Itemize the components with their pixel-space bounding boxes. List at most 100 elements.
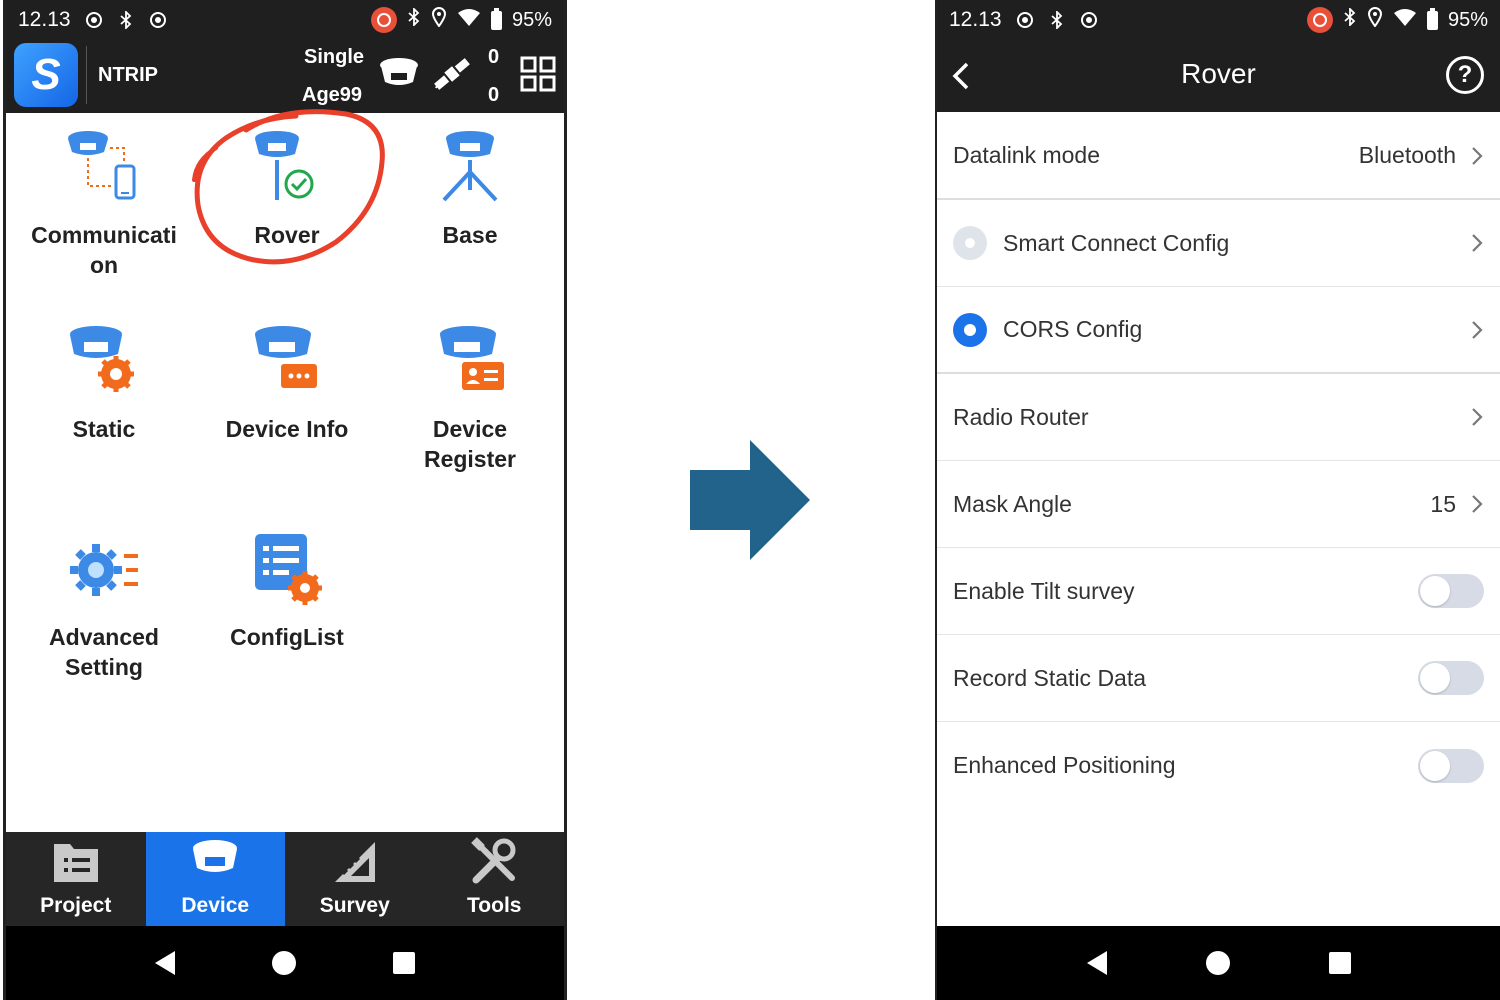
chevron-right-icon <box>1472 408 1483 426</box>
system-back-icon[interactable] <box>154 951 175 975</box>
mask-angle-value: 15 <box>1430 490 1456 517</box>
grid-item-communication[interactable]: Communicati on <box>14 128 194 280</box>
datalink-mode-value: Bluetooth <box>1358 142 1456 168</box>
enhanced-positioning-toggle[interactable] <box>1418 748 1484 783</box>
row-label: Datalink mode <box>953 142 1101 168</box>
nav-device[interactable]: Device <box>145 832 285 926</box>
chevron-right-icon <box>1472 320 1483 339</box>
chevron-right-icon <box>1472 146 1483 165</box>
wifi-icon <box>1393 8 1417 32</box>
record-icon-2 <box>149 11 167 29</box>
row-label: Record Static Data <box>953 664 1147 691</box>
help-button[interactable]: ? <box>1446 56 1484 94</box>
battery-icon <box>1426 7 1438 30</box>
page-title: Rover <box>1181 58 1256 89</box>
nav-label: Survey <box>319 894 390 917</box>
grid-item-advanced-setting[interactable]: Advanced Setting <box>14 530 194 682</box>
grid-item-config-list[interactable]: ConfigList <box>197 530 377 652</box>
system-recent-icon[interactable] <box>1328 952 1351 974</box>
status-time: 12.13 <box>18 8 71 31</box>
grid-item-base[interactable]: Base <box>380 128 560 250</box>
satellite-icon[interactable] <box>430 54 474 94</box>
system-home-icon[interactable] <box>271 951 296 975</box>
screen-record-icon <box>1306 7 1333 33</box>
grid-label: Base <box>442 222 498 248</box>
header-divider <box>86 46 87 104</box>
grid-menu-icon[interactable] <box>520 56 556 92</box>
row-label: Smart Connect Config <box>1003 229 1230 256</box>
app-header: S NTRIP Single Age99 0 0 <box>6 40 564 113</box>
right-phone-screen: 12.13 95% Rover ? Datalink mode Bluetoot… <box>935 0 1500 1000</box>
enhanced-positioning-row: Enhanced Positioning <box>937 722 1500 809</box>
location-icon <box>431 7 447 33</box>
row-label: CORS Config <box>1003 316 1143 342</box>
record-icon <box>1016 11 1034 29</box>
satellite-count-top: 0 <box>488 46 500 68</box>
device-info-icon <box>255 326 317 388</box>
cors-config-row[interactable]: CORS Config <box>937 287 1500 374</box>
rover-icon <box>255 131 314 200</box>
chevron-right-icon <box>1472 234 1483 252</box>
left-phone-screen: 12.13 95% S NTRIP Single Age99 0 0 Commu… <box>3 0 567 1000</box>
bluetooth-icon <box>117 11 135 29</box>
grid-label-2: Setting <box>65 654 143 680</box>
record-icon <box>85 11 103 29</box>
bluetooth-icon-right <box>1343 6 1357 32</box>
battery-percent: 95% <box>511 8 552 31</box>
age-status: Age99 <box>302 84 363 106</box>
transition-arrow-icon <box>690 440 810 560</box>
system-home-icon[interactable] <box>1205 951 1230 975</box>
smart-connect-radio[interactable] <box>953 226 987 260</box>
survey-icon <box>334 842 375 882</box>
nav-tools[interactable]: Tools <box>425 832 565 926</box>
grid-label: Static <box>72 416 136 442</box>
wifi-icon <box>457 8 481 32</box>
system-nav-bar <box>937 926 1500 1000</box>
solution-status: Single <box>304 46 365 68</box>
record-static-data-row: Record Static Data <box>937 635 1500 722</box>
grid-label: Device <box>432 416 508 442</box>
nav-survey[interactable]: Survey <box>285 832 425 926</box>
grid-label-2: on <box>89 252 119 278</box>
grid-label: Advanced <box>49 624 159 650</box>
record-static-data-toggle[interactable] <box>1418 661 1484 695</box>
cors-config-radio[interactable] <box>953 312 987 347</box>
row-label: Mask Angle <box>953 490 1072 517</box>
advanced-setting-icon <box>70 544 138 596</box>
system-recent-icon[interactable] <box>393 952 416 974</box>
record-icon-2 <box>1080 11 1098 29</box>
base-icon <box>442 131 498 202</box>
radio-router-row[interactable]: Radio Router <box>937 374 1500 461</box>
battery-icon <box>490 7 502 30</box>
grid-item-static[interactable]: Static <box>14 322 194 444</box>
ntrip-label: NTRIP <box>98 64 158 86</box>
bluetooth-icon <box>1048 11 1066 29</box>
enable-tilt-survey-row: Enable Tilt survey <box>937 548 1500 635</box>
system-back-icon[interactable] <box>1086 951 1107 975</box>
chevron-right-icon <box>1472 495 1483 513</box>
grid-item-rover[interactable]: Rover <box>197 128 377 250</box>
grid-label: Device Info <box>225 416 349 442</box>
device-register-icon <box>440 326 504 390</box>
tools-icon <box>471 837 516 884</box>
config-list-icon <box>255 534 322 605</box>
grid-label: ConfigList <box>230 624 344 650</box>
status-time: 12.13 <box>949 8 1002 31</box>
project-icon <box>53 844 98 882</box>
grid-label: Rover <box>254 222 320 248</box>
smart-connect-config-row[interactable]: Smart Connect Config <box>937 200 1500 287</box>
title-bar: Rover ? <box>937 40 1500 112</box>
row-label: Enable Tilt survey <box>953 577 1135 604</box>
static-icon <box>70 326 134 392</box>
row-label: Radio Router <box>953 403 1089 430</box>
nav-label: Device <box>181 894 250 917</box>
app-logo[interactable]: S <box>14 43 78 107</box>
enable-tilt-survey-toggle[interactable] <box>1418 574 1484 608</box>
grid-item-device-register[interactable]: Device Register <box>380 322 560 474</box>
grid-item-device-info[interactable]: Device Info <box>197 322 377 444</box>
status-bar: 12.13 95% <box>937 0 1500 40</box>
receiver-icon[interactable] <box>378 56 420 92</box>
nav-project[interactable]: Project <box>6 832 146 926</box>
datalink-mode-row[interactable]: Datalink mode Bluetooth <box>937 113 1500 200</box>
mask-angle-row[interactable]: Mask Angle 15 <box>937 461 1500 548</box>
